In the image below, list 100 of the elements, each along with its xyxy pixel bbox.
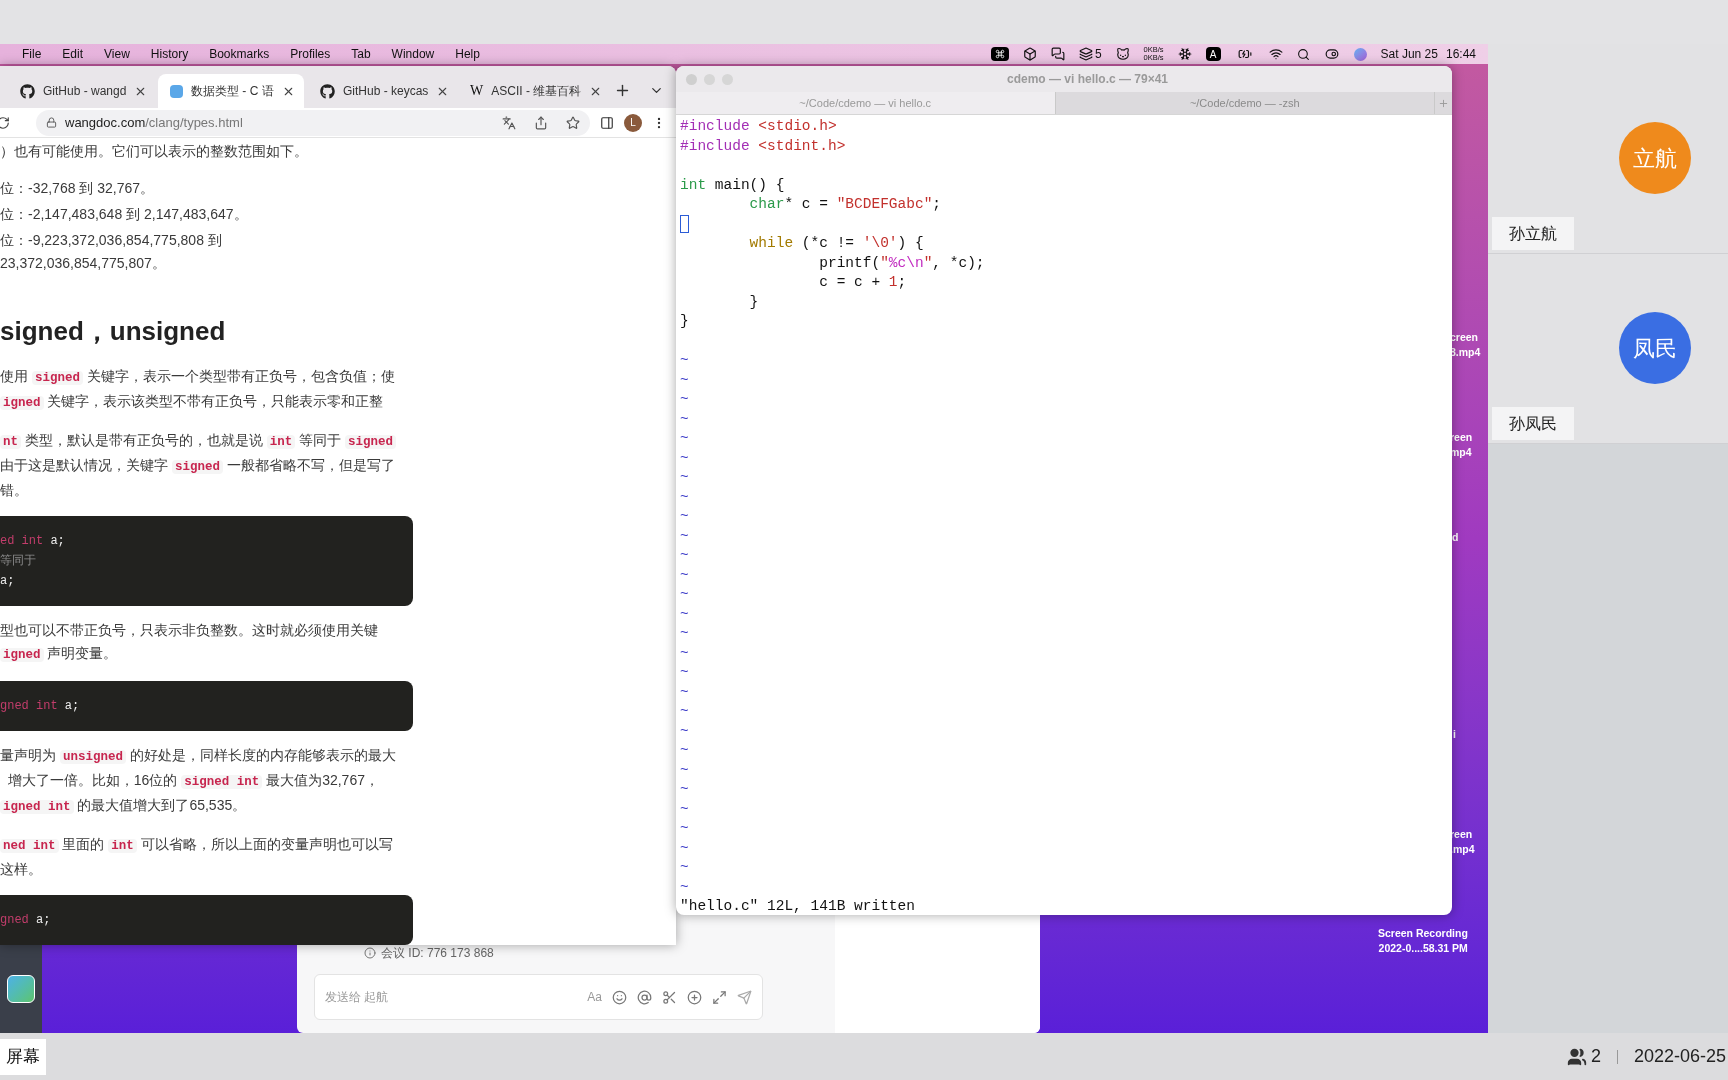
stack-icon[interactable] <box>1078 47 1093 61</box>
expand-icon[interactable] <box>712 989 727 1005</box>
empty-line-marker: ~ <box>680 819 689 838</box>
search-icon[interactable] <box>1296 47 1310 61</box>
menu-date: Sat Jun 25 <box>1380 46 1438 63</box>
code-line: } <box>680 312 689 331</box>
participant-avatar: 凤民 <box>1619 312 1691 384</box>
empty-line-marker: ~ <box>680 468 689 487</box>
github-icon <box>320 83 335 99</box>
emoji-icon[interactable] <box>612 989 627 1005</box>
lock-icon <box>46 117 57 128</box>
paragraph: 量声明为 unsigned 的好处是，同样长度的内存能够表示的最大 增大了一倍。比如，16位的 signed int 最大值为32,767， igned int 的最大值增大到了65,535。 <box>0 746 397 816</box>
profile-avatar[interactable]: L <box>624 113 642 132</box>
code-line: } <box>748 292 759 312</box>
empty-line-marker: ~ <box>680 838 689 858</box>
app-icon[interactable] <box>7 975 35 1003</box>
assistant-icon[interactable] <box>1353 47 1367 61</box>
empty-line-marker: ~ <box>680 565 689 585</box>
cube-icon[interactable] <box>1022 47 1037 61</box>
empty-line-marker: ~ <box>680 448 689 468</box>
wiki-icon: W <box>470 84 484 98</box>
participant-name: 孙凤民 <box>1492 407 1574 440</box>
list-item: 位：-9,223,372,036,854,775,808 到 23,372,036,854,775,807。 <box>0 231 223 273</box>
empty-line-marker: ~ <box>680 877 689 897</box>
wifi-icon[interactable] <box>1268 47 1283 61</box>
code-line: while (*c != '\0') { <box>748 234 924 253</box>
info-icon <box>364 947 376 959</box>
list-item: 位：-2,147,483,648 到 2,147,483,647。 <box>0 205 249 224</box>
menu-item[interactable]: Bookmarks <box>209 45 270 63</box>
code-block: ed int a; 等同于 a; <box>0 516 413 606</box>
paragraph: 使用 signed 关键字，表示一个类型带有正负号，包含负值；使 igned 关键字，表示该类型不带有正负号，只能表示零和正整 <box>0 367 396 412</box>
code-line: int main() { <box>680 175 785 195</box>
meeting-id: 会议 ID: 776 173 868 <box>381 945 494 962</box>
empty-line-marker: ~ <box>680 429 689 448</box>
empty-line-marker: ~ <box>680 526 689 546</box>
empty-line-marker: ~ <box>680 409 689 429</box>
side-panel-icon[interactable] <box>600 115 614 130</box>
menu-item[interactable]: Edit <box>62 45 84 63</box>
browser-tab[interactable]: W ASCII - 维基百科 <box>458 74 604 108</box>
section-heading: signed，unsigned <box>0 315 227 348</box>
empty-line-marker: ~ <box>680 624 689 643</box>
menu-item[interactable]: Profiles <box>290 45 331 63</box>
empty-line-marker: ~ <box>680 585 689 604</box>
status-line: "hello.c" 12L, 141B written <box>680 897 915 915</box>
scissors-icon[interactable] <box>662 989 677 1005</box>
code-line: #include <stdint.h> <box>680 136 846 156</box>
list-item: 位：-32,768 到 32,767。 <box>0 179 156 198</box>
empty-line-marker: ~ <box>680 487 689 507</box>
empty-line-marker: ~ <box>680 546 689 565</box>
add-icon[interactable] <box>687 989 702 1005</box>
menu-item[interactable]: View <box>104 45 130 63</box>
meeting-date: 2022-06-25 <box>1633 1045 1727 1068</box>
code-block: gned int a; <box>0 681 413 731</box>
code-line: #include <stdio.h> <box>680 117 837 136</box>
participants-icon[interactable] <box>1565 1046 1588 1067</box>
cat-icon[interactable] <box>1115 47 1130 61</box>
bookmark-star-icon[interactable] <box>566 115 580 130</box>
file-label[interactable]: i <box>1453 727 1456 742</box>
snowflake-icon[interactable] <box>1177 47 1192 61</box>
empty-line-marker: ~ <box>680 682 689 702</box>
reload-icon[interactable] <box>0 115 10 130</box>
empty-line-marker: ~ <box>680 760 689 780</box>
github-icon <box>20 83 35 99</box>
input-method-indicator[interactable]: A <box>1205 47 1221 61</box>
empty-line-marker: ~ <box>680 351 689 370</box>
menu-item[interactable]: History <box>150 45 189 63</box>
empty-line-marker: ~ <box>680 663 689 682</box>
menu-item[interactable]: Tab <box>351 45 371 63</box>
chat-icon[interactable] <box>1050 47 1065 61</box>
menu-item[interactable]: Help <box>455 45 480 63</box>
control-center-icon[interactable] <box>1323 47 1340 61</box>
mention-icon[interactable] <box>637 989 652 1005</box>
new-tab-icon[interactable] <box>614 82 631 99</box>
empty-line-marker: ~ <box>680 604 689 624</box>
participant-name: 孙立航 <box>1492 217 1574 250</box>
participant-count: 2 <box>1590 1045 1601 1068</box>
command-icon[interactable] <box>990 47 1009 61</box>
screen-label[interactable]: 屏幕 <box>0 1038 46 1075</box>
paragraph: 型也可以不带正负号，只表示非负整数。这时就必须使用关键 igned 声明变量。 <box>0 621 379 664</box>
menu-item[interactable]: Window <box>391 45 435 63</box>
code-block: gned a; <box>0 895 413 945</box>
browser-tab[interactable]: GitHub - keycas <box>308 74 454 108</box>
paragraph: ）也有可能使用。它们可以表示的整数范围如下。 <box>0 142 309 161</box>
window-title: cdemo — vi hello.c — 79×41 <box>1006 71 1169 88</box>
code-line: c = c + 1; <box>818 273 907 292</box>
browser-tab[interactable]: 数据类型 - C 语 <box>158 74 304 108</box>
paragraph: nt 类型，默认是带有正负号的，也就是说 int 等同于 signed 由于这是默认情况，关键字 signed 一般都省略不写，但是写了 错。 <box>0 431 398 500</box>
share-icon[interactable] <box>534 115 548 130</box>
translate-icon[interactable] <box>502 115 516 130</box>
browser-tab[interactable]: GitHub - wangd <box>8 74 154 108</box>
file-label[interactable]: Screen Recording 2022-0....58.31 PM <box>1378 926 1468 956</box>
empty-line-marker: ~ <box>680 741 689 760</box>
empty-line-marker: ~ <box>680 507 689 526</box>
address-bar[interactable]: wangdoc.com/clang/types.html <box>36 109 590 136</box>
file-label[interactable]: d <box>1452 530 1459 545</box>
menu-item[interactable]: File <box>22 45 42 63</box>
empty-line-marker: ~ <box>680 721 689 741</box>
menu-time: 16:44 <box>1445 46 1476 63</box>
paragraph: ned int 里面的 int 可以省略，所以上面的变量声明也可以写 这样。 <box>0 835 394 879</box>
empty-line-marker: ~ <box>680 799 689 819</box>
